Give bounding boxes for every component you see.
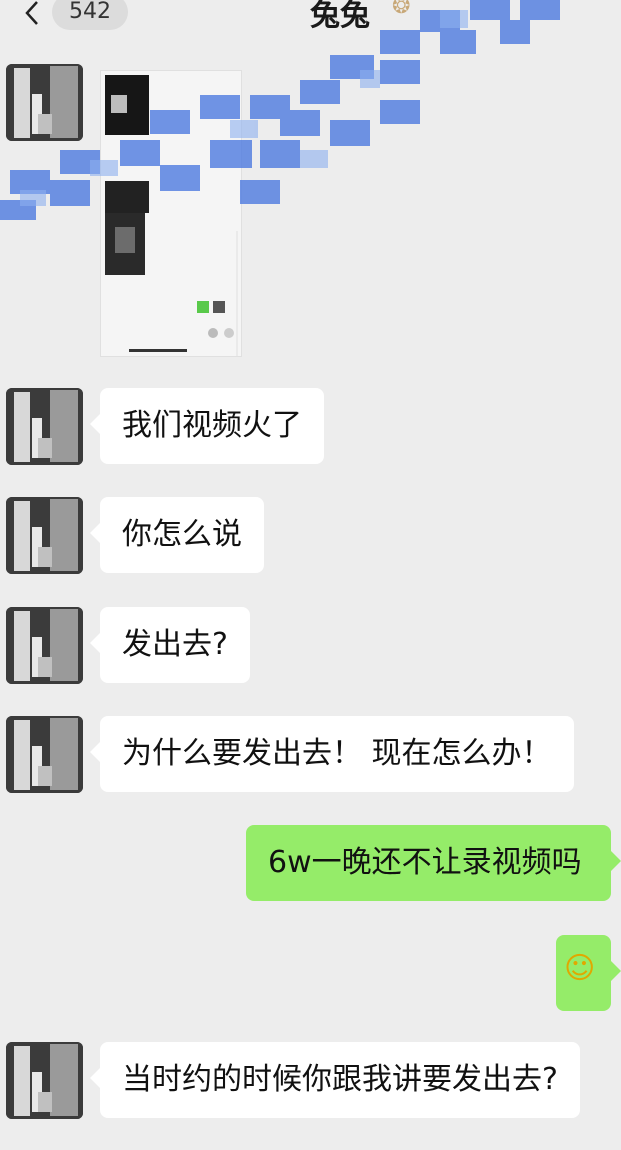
avatar[interactable] bbox=[6, 607, 83, 684]
avatar[interactable] bbox=[6, 388, 83, 465]
message-bubble-outgoing[interactable]: 6w一晚还不让录视频吗 bbox=[246, 825, 621, 901]
chevron-left-icon[interactable] bbox=[22, 0, 42, 26]
avatar[interactable] bbox=[6, 497, 83, 574]
avatar[interactable] bbox=[6, 716, 83, 793]
message-bubble[interactable]: 当时约的时候你跟我讲要发出去? bbox=[90, 1042, 580, 1118]
chat-title: 兔兔 bbox=[310, 0, 370, 33]
image-message[interactable] bbox=[100, 70, 242, 357]
message-bubble[interactable]: 发出去? bbox=[90, 607, 250, 683]
unread-count-badge[interactable]: 542 bbox=[52, 0, 128, 30]
message-bubble[interactable]: 我们视频火了 bbox=[90, 388, 324, 464]
privacy-mosaic bbox=[0, 0, 560, 220]
title-emoji-icon: ❂ bbox=[392, 0, 411, 19]
avatar[interactable] bbox=[6, 64, 83, 141]
emoji-message-outgoing[interactable]: ☺ bbox=[556, 935, 621, 1011]
message-bubble[interactable]: 为什么要发出去！ 现在怎么办！ bbox=[90, 716, 574, 792]
avatar[interactable] bbox=[6, 1042, 83, 1119]
chat-header: 542 兔兔 ❂ bbox=[0, 0, 621, 34]
message-bubble[interactable]: 你怎么说 bbox=[90, 497, 264, 573]
